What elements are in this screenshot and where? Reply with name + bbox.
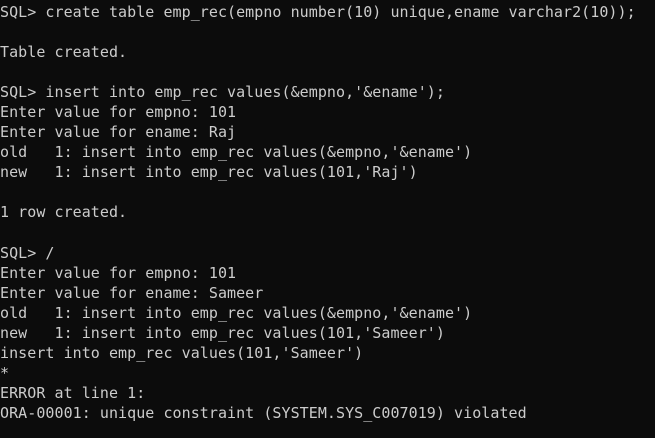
terminal-line: old 1: insert into emp_rec values(&empno… — [0, 303, 473, 322]
terminal-line: Enter value for ename: Raj — [0, 123, 237, 142]
terminal-line: new 1: insert into emp_rec values(101,'R… — [0, 163, 418, 182]
terminal-line: Enter value for empno: 101 — [0, 263, 237, 282]
terminal-line: Enter value for ename: Sameer — [0, 283, 264, 302]
terminal-line: SQL> insert into emp_rec values(&empno,'… — [0, 83, 445, 102]
terminal-line: SQL> / — [0, 243, 55, 262]
terminal-line: 1 row created. — [0, 203, 128, 222]
terminal-line: Table created. — [0, 43, 128, 62]
terminal-line: new 1: insert into emp_rec values(101,'S… — [0, 323, 445, 342]
terminal-line: * — [0, 363, 10, 382]
terminal-line: Enter value for empno: 101 — [0, 103, 237, 122]
terminal-line: SQL> create table emp_rec(empno number(1… — [0, 3, 636, 21]
terminal-line: insert into emp_rec values(101,'Sameer') — [0, 343, 364, 362]
terminal-window[interactable]: SQL> create table emp_rec(empno number(1… — [0, 0, 655, 438]
error-message: ORA-00001: unique constraint (SYSTEM.SYS… — [0, 403, 527, 422]
terminal-line: old 1: insert into emp_rec values(&empno… — [0, 143, 473, 162]
terminal-line: ERROR at line 1: — [0, 383, 146, 402]
